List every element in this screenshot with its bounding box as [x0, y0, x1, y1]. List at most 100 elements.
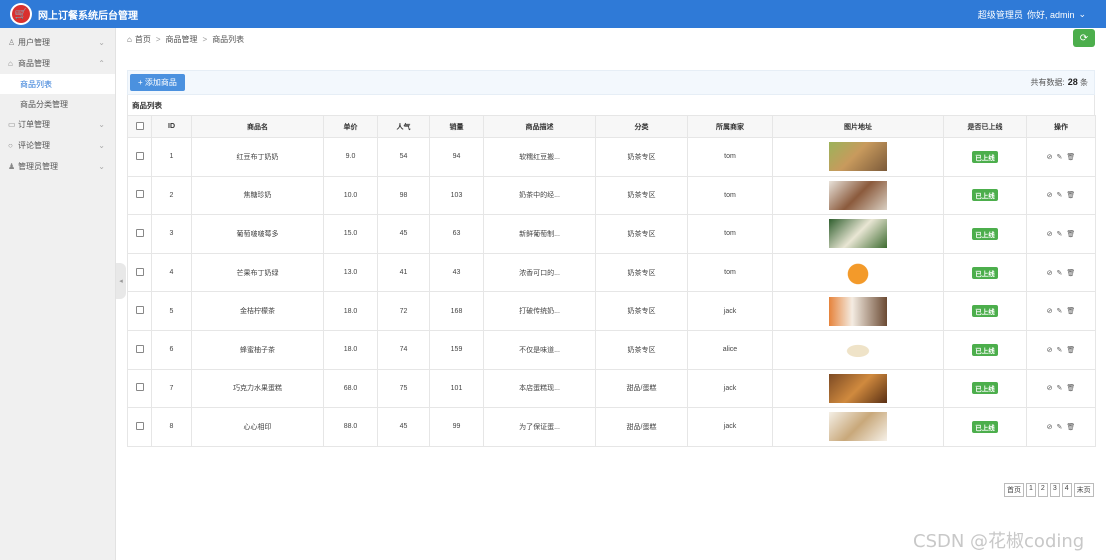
column-header: 分类	[595, 115, 688, 138]
edit-icon[interactable]: ✎	[1057, 270, 1063, 277]
view-icon[interactable]: ⊘	[1047, 347, 1053, 354]
column-header: 商品名	[191, 115, 324, 138]
sidebar-collapse-handle[interactable]: ◂	[116, 263, 126, 299]
edit-icon[interactable]: ✎	[1057, 231, 1063, 238]
cell-merchant: jack	[687, 368, 773, 409]
cell-actions: ⊘ ✎ 🗑	[1026, 329, 1096, 370]
breadcrumb-home[interactable]: 首页	[135, 34, 151, 45]
cell-id: 2	[151, 175, 192, 216]
cell-actions: ⊘ ✎ 🗑	[1026, 214, 1096, 254]
cell-price: 68.0	[323, 368, 378, 409]
cell-actions: ⊘ ✎ 🗑	[1026, 368, 1096, 409]
sidebar-group-products[interactable]: ⌂ 商品管理 ⌃	[0, 53, 115, 74]
cell-popularity: 74	[377, 329, 430, 370]
cell-price: 18.0	[323, 329, 378, 370]
product-image	[772, 214, 944, 254]
product-thumbnail	[829, 412, 887, 442]
view-icon[interactable]: ⊘	[1047, 308, 1053, 315]
status-badge: 已上线	[972, 420, 998, 433]
column-header: 单价	[323, 115, 378, 138]
row-checkbox[interactable]	[127, 214, 152, 254]
row-checkbox[interactable]	[127, 329, 152, 370]
add-product-button[interactable]: + 添加商品	[130, 74, 185, 91]
sidebar-item-category-manage[interactable]: 商品分类管理	[0, 94, 115, 114]
user-greeting[interactable]: 你好, admin	[1027, 8, 1075, 21]
refresh-button[interactable]: ⟳	[1073, 29, 1095, 47]
edit-icon[interactable]: ✎	[1057, 347, 1063, 354]
delete-icon[interactable]: 🗑	[1066, 154, 1075, 161]
view-icon[interactable]: ⊘	[1047, 231, 1053, 238]
row-checkbox[interactable]	[127, 407, 152, 447]
delete-icon[interactable]: 🗑	[1066, 231, 1075, 238]
sidebar-group-label: 评论管理	[18, 141, 50, 150]
select-all-checkbox[interactable]	[127, 115, 152, 138]
sidebar-item-label: 商品分类管理	[20, 99, 68, 109]
page-number[interactable]: 4	[1061, 483, 1072, 497]
cell-sales: 63	[429, 214, 484, 254]
cell-status: 已上线	[943, 329, 1027, 370]
view-icon[interactable]: ⊘	[1047, 424, 1053, 431]
cell-actions: ⊘ ✎ 🗑	[1026, 137, 1096, 177]
delete-icon[interactable]: 🗑	[1066, 385, 1075, 392]
edit-icon[interactable]: ✎	[1057, 424, 1063, 431]
product-thumbnail	[829, 142, 887, 172]
edit-icon[interactable]: ✎	[1057, 385, 1063, 392]
page-first[interactable]: 首页	[1004, 483, 1024, 497]
cell-id: 6	[151, 329, 192, 370]
cell-actions: ⊘ ✎ 🗑	[1026, 407, 1096, 447]
view-icon[interactable]: ⊘	[1047, 270, 1053, 277]
cell-status: 已上线	[943, 368, 1027, 409]
view-icon[interactable]: ⊘	[1047, 385, 1053, 392]
chevron-down-icon: ⌄	[98, 141, 105, 150]
cell-merchant: alice	[687, 329, 773, 370]
sidebar-group-orders[interactable]: ▭ 订单管理 ⌄	[0, 114, 115, 135]
view-icon[interactable]: ⊘	[1047, 192, 1053, 199]
row-checkbox[interactable]	[127, 137, 152, 177]
delete-icon[interactable]: 🗑	[1066, 308, 1075, 315]
breadcrumb-product-manage[interactable]: 商品管理	[166, 34, 198, 45]
cell-status: 已上线	[943, 137, 1027, 177]
row-checkbox[interactable]	[127, 175, 152, 216]
product-thumbnail	[829, 335, 887, 365]
sidebar-group-comments[interactable]: ○ 评论管理 ⌄	[0, 135, 115, 156]
view-icon[interactable]: ⊘	[1047, 154, 1053, 161]
cell-id: 7	[151, 368, 192, 409]
page-number[interactable]: 3	[1049, 483, 1060, 497]
edit-icon[interactable]: ✎	[1057, 192, 1063, 199]
cell-name: 芒果布丁奶绿	[191, 252, 324, 293]
user-menu[interactable]: 超级管理员 你好, admin ⌄	[974, 0, 1086, 28]
sidebar: ♙ 用户管理 ⌄ ⌂ 商品管理 ⌃ 商品列表 商品分类管理 ▭ 订单管理 ⌄ ○…	[0, 28, 116, 560]
delete-icon[interactable]: 🗑	[1066, 192, 1075, 199]
cell-price: 88.0	[323, 407, 378, 447]
cell-status: 已上线	[943, 252, 1027, 293]
chevron-down-icon: ⌄	[98, 38, 105, 47]
delete-icon[interactable]: 🗑	[1066, 424, 1075, 431]
edit-icon[interactable]: ✎	[1057, 308, 1063, 315]
shop-icon: ⌂	[8, 59, 13, 68]
row-checkbox[interactable]	[127, 368, 152, 409]
page-number[interactable]: 2	[1037, 483, 1048, 497]
user-icon: ♙	[8, 38, 16, 47]
cell-name: 葡萄啵啵莓多	[191, 214, 324, 254]
edit-icon[interactable]: ✎	[1057, 154, 1063, 161]
page-last[interactable]: 末页	[1073, 483, 1094, 497]
chevron-down-icon[interactable]: ⌄	[1078, 9, 1086, 20]
cell-price: 10.0	[323, 175, 378, 216]
table-row: 1 红豆布丁奶奶 9.0 54 94 软糯红豆搬... 奶茶专区 tom 已上线 ⊘ ✎ 🗑	[127, 137, 1096, 177]
page-number[interactable]: 1	[1026, 483, 1036, 497]
sidebar-group-admins[interactable]: ♟ 管理员管理 ⌄	[0, 156, 115, 177]
sidebar-item-product-list[interactable]: 商品列表	[0, 74, 115, 94]
cell-merchant: tom	[687, 214, 773, 254]
watermark: CSDN @花椒coding	[913, 531, 1085, 552]
sidebar-group-users[interactable]: ♙ 用户管理 ⌄	[0, 32, 115, 53]
delete-icon[interactable]: 🗑	[1066, 270, 1075, 277]
delete-icon[interactable]: 🗑	[1066, 347, 1075, 354]
product-thumbnail	[829, 258, 887, 288]
table-row: 6 蜂蜜柚子茶 18.0 74 159 不仅是味道... 奶茶专区 alice 已上线 ⊘ ✎ 🗑	[127, 329, 1096, 370]
product-image	[772, 291, 944, 331]
row-checkbox[interactable]	[127, 291, 152, 331]
cell-name: 心心相印	[191, 407, 324, 447]
row-checkbox[interactable]	[127, 252, 152, 293]
sidebar-group-label: 订单管理	[18, 120, 50, 129]
cell-status: 已上线	[943, 407, 1027, 447]
